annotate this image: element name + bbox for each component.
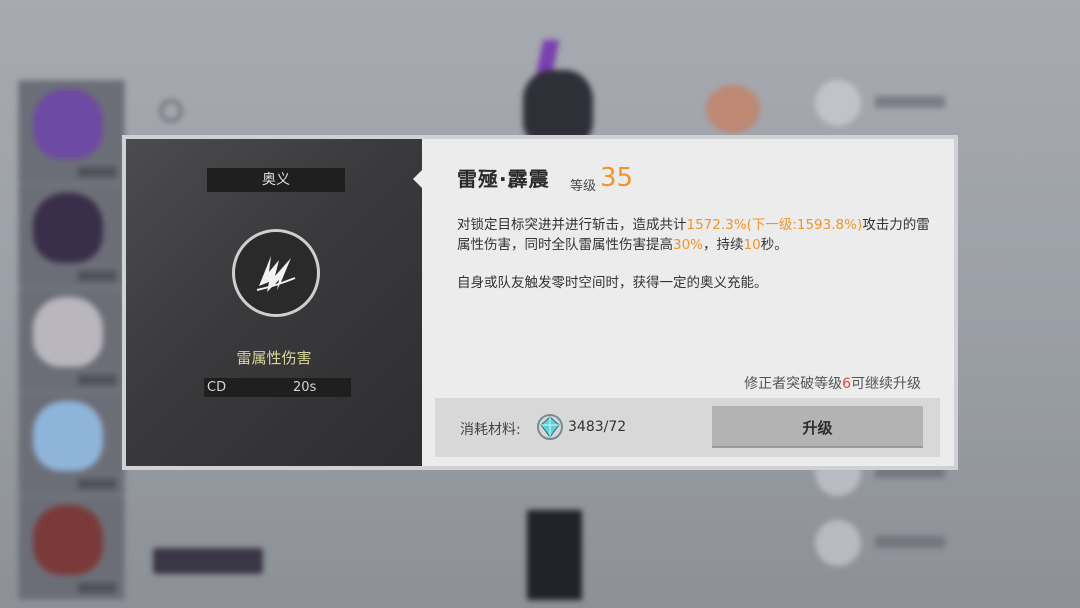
skill-type-tag: 奥义 xyxy=(207,168,345,192)
skill-detail-modal: 奥义 雷属性伤害 CD 20s 雷殛·霹震 等级 35 对锁定目标突进并进行斩击… xyxy=(122,135,958,470)
skill-detail-panel: 雷殛·霹震 等级 35 对锁定目标突进并进行斩击，造成共计1572.3%(下一级… xyxy=(422,139,954,466)
cooldown-label: CD xyxy=(207,380,227,395)
skill-description: 对锁定目标突进并进行斩击，造成共计1572.3%(下一级:1593.8%)攻击力… xyxy=(457,217,930,253)
skill-summary-panel: 奥义 雷属性伤害 CD 20s xyxy=(126,139,423,466)
element-token-icon xyxy=(706,85,760,133)
element-damage-label: 雷属性伤害 xyxy=(236,349,312,367)
character-card[interactable] xyxy=(18,80,125,184)
filter-button[interactable] xyxy=(153,548,263,574)
character-roster xyxy=(18,80,125,600)
crystal-material-icon xyxy=(535,412,565,442)
upgrade-button[interactable]: 升级 xyxy=(712,406,923,448)
upgrade-footer: 消耗材料: 3483/72 升级 xyxy=(435,398,940,457)
lightning-slash-icon xyxy=(232,229,320,317)
cooldown-bar: CD 20s xyxy=(204,378,351,397)
level-label: 等级 xyxy=(570,179,597,194)
skill-list-item[interactable] xyxy=(815,520,965,568)
skill-name: 雷殛·霹震 xyxy=(457,167,550,191)
attribute-nav[interactable] xyxy=(160,100,230,122)
cooldown-value: 20s xyxy=(293,380,317,395)
skill-description-extra: 自身或队友触发零时空间时，获得一定的奥义充能。 xyxy=(457,275,768,291)
character-card[interactable] xyxy=(18,496,125,600)
character-card[interactable] xyxy=(18,288,125,392)
level-value: 35 xyxy=(600,163,634,193)
material-label: 消耗材料: xyxy=(460,422,521,438)
material-count: 3483/72 xyxy=(568,419,627,435)
skill-list-item[interactable] xyxy=(815,80,965,128)
character-card[interactable] xyxy=(18,184,125,288)
upgrade-requirement: 修正者突破等级6可继续升级 xyxy=(744,376,921,392)
character-card[interactable] xyxy=(18,392,125,496)
